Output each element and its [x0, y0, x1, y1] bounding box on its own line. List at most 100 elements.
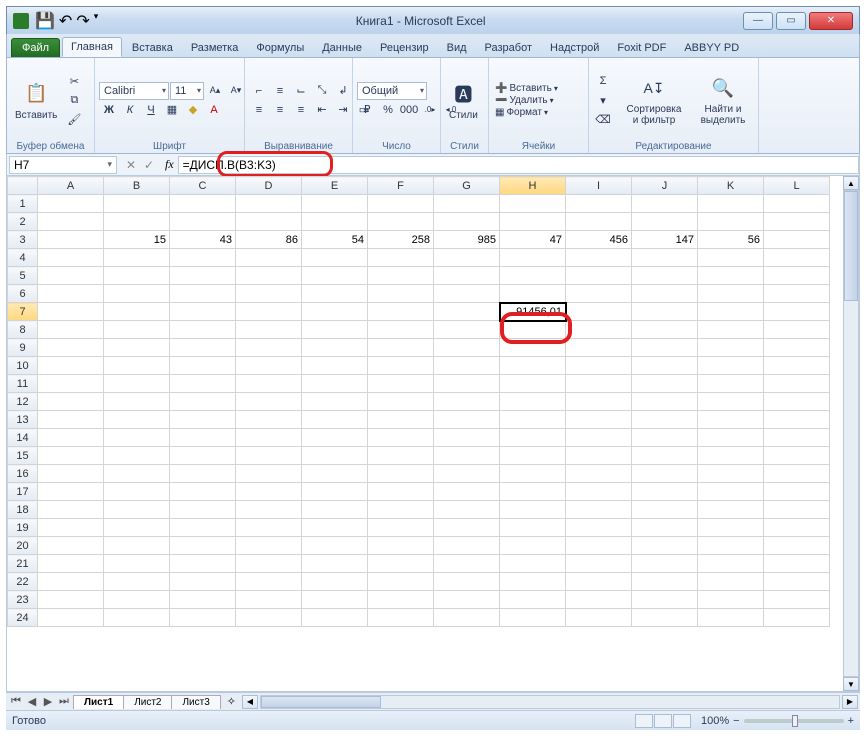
column-header-K[interactable]: K — [698, 177, 764, 195]
cell-B10[interactable] — [104, 357, 170, 375]
cell-I9[interactable] — [566, 339, 632, 357]
cell-L8[interactable] — [764, 321, 830, 339]
sheet-nav-last-icon[interactable]: ⏭ — [56, 695, 72, 708]
cell-B3[interactable]: 15 — [104, 231, 170, 249]
cell-L22[interactable] — [764, 573, 830, 591]
cell-I12[interactable] — [566, 393, 632, 411]
cell-C17[interactable] — [170, 483, 236, 501]
cell-G4[interactable] — [434, 249, 500, 267]
close-button[interactable]: ✕ — [809, 12, 853, 30]
cell-F2[interactable] — [368, 213, 434, 231]
cell-B21[interactable] — [104, 555, 170, 573]
cell-K20[interactable] — [698, 537, 764, 555]
cell-F13[interactable] — [368, 411, 434, 429]
cell-J1[interactable] — [632, 195, 698, 213]
cell-H22[interactable] — [500, 573, 566, 591]
cell-K15[interactable] — [698, 447, 764, 465]
cell-H24[interactable] — [500, 609, 566, 627]
tab-layout[interactable]: Разметка — [183, 39, 247, 57]
zoom-out-button[interactable]: − — [733, 715, 739, 727]
cell-D15[interactable] — [236, 447, 302, 465]
row-header-19[interactable]: 19 — [8, 519, 38, 537]
cell-F3[interactable]: 258 — [368, 231, 434, 249]
cell-A16[interactable] — [38, 465, 104, 483]
cell-J7[interactable] — [632, 303, 698, 321]
cell-E14[interactable] — [302, 429, 368, 447]
cell-E8[interactable] — [302, 321, 368, 339]
cell-L17[interactable] — [764, 483, 830, 501]
cell-K7[interactable] — [698, 303, 764, 321]
scroll-left-button[interactable]: ◀ — [242, 695, 258, 709]
insert-cells-button[interactable]: ➕Вставить▾ — [493, 83, 560, 94]
cell-A1[interactable] — [38, 195, 104, 213]
cell-J15[interactable] — [632, 447, 698, 465]
cell-A2[interactable] — [38, 213, 104, 231]
align-left-icon[interactable]: ≡ — [249, 101, 269, 119]
find-select-button[interactable]: 🔍 Найти и выделить — [691, 72, 755, 128]
cell-J8[interactable] — [632, 321, 698, 339]
align-top-icon[interactable]: ⌐ — [249, 82, 269, 100]
cell-E13[interactable] — [302, 411, 368, 429]
column-header-A[interactable]: A — [38, 177, 104, 195]
cell-D18[interactable] — [236, 501, 302, 519]
cell-A6[interactable] — [38, 285, 104, 303]
cell-F21[interactable] — [368, 555, 434, 573]
cell-B20[interactable] — [104, 537, 170, 555]
cell-K5[interactable] — [698, 267, 764, 285]
cell-E9[interactable] — [302, 339, 368, 357]
save-icon[interactable]: 💾 — [35, 11, 55, 31]
cell-A22[interactable] — [38, 573, 104, 591]
cell-D19[interactable] — [236, 519, 302, 537]
redo-icon[interactable]: ↷ — [76, 11, 89, 31]
cell-F15[interactable] — [368, 447, 434, 465]
cell-G8[interactable] — [434, 321, 500, 339]
row-header-3[interactable]: 3 — [8, 231, 38, 249]
increase-decimal-icon[interactable]: .0▸ — [420, 101, 440, 119]
cell-I10[interactable] — [566, 357, 632, 375]
cell-A14[interactable] — [38, 429, 104, 447]
bold-button[interactable]: Ж — [99, 101, 119, 119]
cell-I2[interactable] — [566, 213, 632, 231]
cell-G5[interactable] — [434, 267, 500, 285]
cell-E6[interactable] — [302, 285, 368, 303]
cell-K10[interactable] — [698, 357, 764, 375]
tab-home[interactable]: Главная — [62, 37, 122, 57]
scroll-up-button[interactable]: ▲ — [843, 176, 859, 190]
cell-C20[interactable] — [170, 537, 236, 555]
row-header-13[interactable]: 13 — [8, 411, 38, 429]
cell-G9[interactable] — [434, 339, 500, 357]
cell-B23[interactable] — [104, 591, 170, 609]
cell-K23[interactable] — [698, 591, 764, 609]
cell-H11[interactable] — [500, 375, 566, 393]
cell-G13[interactable] — [434, 411, 500, 429]
cell-K22[interactable] — [698, 573, 764, 591]
cell-D17[interactable] — [236, 483, 302, 501]
sheet-nav-prev-icon[interactable]: ◀ — [24, 695, 40, 708]
fill-icon[interactable]: ▾ — [593, 91, 613, 109]
row-header-9[interactable]: 9 — [8, 339, 38, 357]
cell-H19[interactable] — [500, 519, 566, 537]
cell-C13[interactable] — [170, 411, 236, 429]
cell-I1[interactable] — [566, 195, 632, 213]
cell-B1[interactable] — [104, 195, 170, 213]
cell-E22[interactable] — [302, 573, 368, 591]
cell-C5[interactable] — [170, 267, 236, 285]
align-middle-icon[interactable]: ≡ — [270, 82, 290, 100]
cell-J10[interactable] — [632, 357, 698, 375]
cell-G24[interactable] — [434, 609, 500, 627]
font-name-select[interactable]: Calibri — [99, 82, 169, 100]
row-header-11[interactable]: 11 — [8, 375, 38, 393]
cell-L19[interactable] — [764, 519, 830, 537]
cell-K14[interactable] — [698, 429, 764, 447]
cell-J12[interactable] — [632, 393, 698, 411]
cell-A8[interactable] — [38, 321, 104, 339]
tab-developer[interactable]: Разработ — [477, 39, 540, 57]
cell-I22[interactable] — [566, 573, 632, 591]
cell-C24[interactable] — [170, 609, 236, 627]
row-header-5[interactable]: 5 — [8, 267, 38, 285]
column-header-D[interactable]: D — [236, 177, 302, 195]
cell-I15[interactable] — [566, 447, 632, 465]
cell-J16[interactable] — [632, 465, 698, 483]
cell-A15[interactable] — [38, 447, 104, 465]
clear-icon[interactable]: ⌫ — [593, 110, 613, 128]
